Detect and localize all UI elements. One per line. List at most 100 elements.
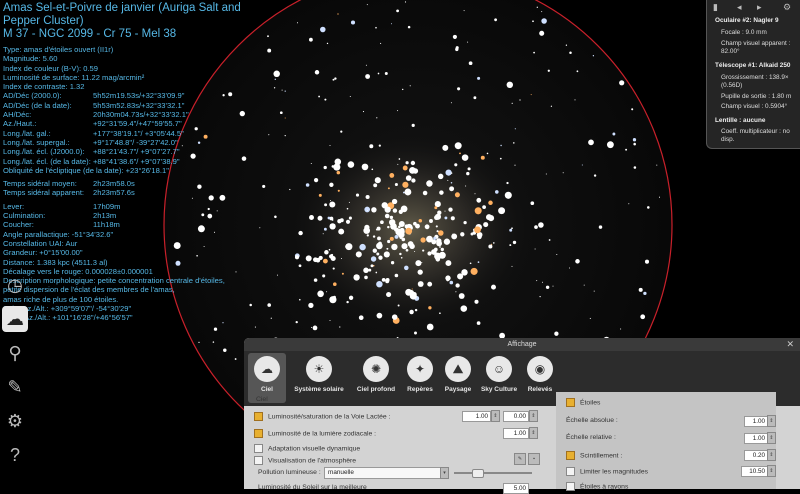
telescope-title: Télescope #1: Alkaid 250 (715, 62, 791, 69)
star (401, 88, 404, 91)
pollution-label: Pollution lumineuse : (258, 469, 321, 476)
coord-row: AD/Déc (2000.0): 5h52m19.53s/+32°33'09.9" (3, 91, 185, 101)
star (273, 87, 276, 89)
star (337, 219, 342, 224)
star (329, 223, 336, 230)
search-icon[interactable]: ⚲ (2, 340, 28, 366)
ocular-next-icon[interactable]: ▸ (757, 2, 762, 13)
zodiacal-brightness[interactable]: 1.00 (503, 428, 529, 439)
slider-handle[interactable] (472, 469, 484, 478)
stars-checkbox[interactable] (566, 398, 575, 407)
tab-surveys[interactable]: ◉ Relevés (522, 353, 558, 403)
limit-mag-checkbox[interactable] (566, 467, 575, 476)
star (322, 233, 324, 235)
spin-arrows-icon[interactable]: ⇕ (529, 410, 538, 422)
star (364, 206, 371, 213)
star (466, 171, 470, 176)
pollution-slider[interactable] (454, 472, 532, 474)
tab-deep-sky[interactable]: ✺ Ciel profond (352, 353, 400, 403)
object-line: Constellation UAI: Aur (3, 238, 78, 248)
milky-way-brightness[interactable]: 1.00 (462, 411, 491, 422)
ocular-prev-icon[interactable]: ◂ (737, 2, 742, 13)
star (444, 210, 446, 212)
spin-arrows-icon[interactable]: ⇕ (529, 427, 538, 439)
star (612, 132, 616, 136)
ocular-settings-icon[interactable]: ⚙ (783, 2, 791, 13)
spin-arrows-icon[interactable]: ⇕ (767, 465, 776, 477)
clock-icon[interactable]: ◷ (2, 272, 28, 298)
star (506, 81, 514, 89)
star (447, 179, 449, 181)
tab-landscape[interactable]: ⛰ Paysage (440, 353, 476, 403)
star (628, 203, 630, 205)
milky-way-checkbox[interactable] (254, 412, 263, 421)
star (320, 26, 326, 33)
star (598, 225, 603, 229)
lens-title: Lentille : aucune (715, 117, 766, 124)
star (397, 110, 399, 112)
star (476, 321, 481, 325)
star (337, 189, 340, 192)
object-line: Luminosité de surface: 11.22 mag/arcmin² (3, 72, 145, 82)
rel-scale-value[interactable]: 1.00 (744, 433, 768, 444)
star (331, 219, 334, 221)
star (259, 227, 261, 229)
star (415, 170, 418, 173)
sky-icon: ☁ (254, 356, 280, 382)
object-line: Grandeur: +0°15'00.00" (3, 248, 83, 258)
star (446, 278, 450, 282)
object-line: amas riche de plus de 100 étoiles. (3, 294, 119, 304)
spin-arrows-icon[interactable]: ⇕ (767, 432, 776, 444)
milky-way-saturation[interactable]: 0.00 (503, 411, 529, 422)
zodiacal-checkbox[interactable] (254, 429, 263, 438)
object-line: Angle parallactique: -51°34'32.6" (3, 229, 114, 239)
star (434, 206, 438, 210)
close-icon[interactable]: ✕ (786, 338, 794, 351)
spin-arrows-icon[interactable]: ⇕ (767, 449, 776, 461)
dialog-titlebar[interactable]: Affichage ✕ (244, 338, 800, 351)
twinkle-checkbox[interactable] (566, 451, 575, 460)
atmosphere-checkbox[interactable] (254, 456, 263, 465)
tab-markings[interactable]: ✦ Repères (402, 353, 438, 403)
spin-arrows-icon[interactable]: ⇕ (767, 415, 776, 427)
sky-settings-icon[interactable]: ☁ (2, 306, 28, 332)
config-icon[interactable]: ✎ (2, 374, 28, 400)
adaptation-checkbox[interactable] (254, 444, 263, 453)
star (534, 225, 538, 229)
ocular-title: Oculaire #2: Nagler 9 (715, 17, 779, 24)
chevron-down-icon[interactable]: ▾ (440, 467, 449, 479)
spin-arrows-icon[interactable]: ⇕ (491, 410, 500, 422)
tab-sky-culture[interactable]: ☺ Sky Culture (478, 353, 520, 403)
star (405, 227, 413, 235)
star (433, 247, 438, 252)
limit-mag-value[interactable]: 10.50 (741, 466, 768, 477)
star (640, 314, 646, 320)
star (445, 260, 452, 267)
tab-solar-system[interactable]: ☀ Système solaire (288, 353, 350, 403)
star (420, 237, 426, 243)
star (346, 300, 349, 304)
twinkle-value[interactable]: 0.20 (744, 450, 768, 461)
wrench-icon[interactable]: ✎ (514, 453, 526, 465)
spikes-row: Étoiles à rayons (566, 482, 628, 491)
star (449, 186, 455, 192)
spikes-checkbox[interactable] (566, 482, 575, 491)
star (405, 175, 412, 181)
ocular-toggle-icon[interactable]: ▮ (713, 2, 718, 13)
star (399, 252, 402, 256)
abs-scale-value[interactable]: 1.00 (744, 416, 768, 427)
pollution-select[interactable]: manuelle (324, 467, 449, 479)
star (391, 243, 398, 251)
star (459, 152, 461, 155)
object-line: Index de couleur (B-V): 0.59 (3, 63, 98, 73)
plugins-icon[interactable]: ⚙ (2, 408, 28, 434)
star (308, 302, 314, 309)
help-icon[interactable]: ? (2, 442, 28, 468)
star (569, 51, 572, 55)
link-icon[interactable]: ▪ (528, 453, 540, 465)
star (334, 158, 342, 166)
star (234, 358, 237, 360)
star (498, 207, 506, 215)
star (457, 273, 464, 280)
star (267, 48, 272, 53)
